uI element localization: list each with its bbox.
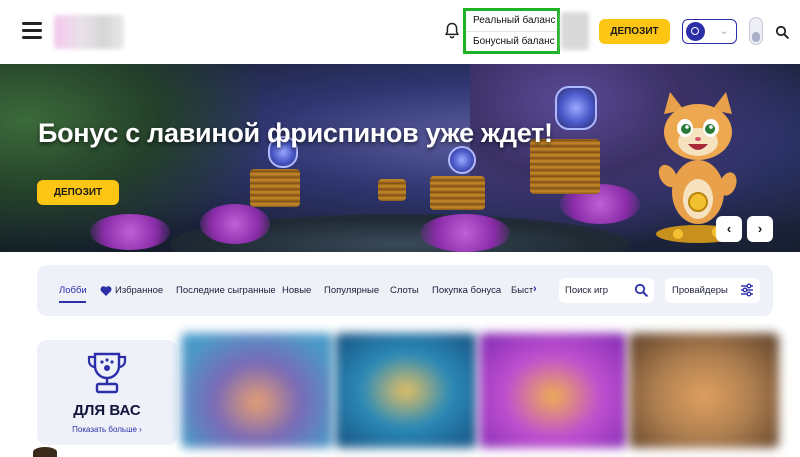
banner-coin-stack bbox=[378, 179, 406, 201]
banner-gem bbox=[555, 86, 597, 130]
filter-sliders-icon bbox=[741, 283, 753, 297]
avatar-icon bbox=[686, 22, 705, 41]
balance-values bbox=[561, 12, 589, 50]
tab-recently-played[interactable]: Последние сыгранные bbox=[176, 285, 276, 296]
game-thumbnail[interactable] bbox=[479, 333, 627, 448]
real-balance-label: Реальный баланс bbox=[473, 15, 556, 26]
balance-panel[interactable]: Реальный баланс Бонусный баланс bbox=[463, 8, 560, 54]
banner-flower bbox=[420, 214, 510, 252]
menu-icon[interactable] bbox=[22, 22, 42, 40]
providers-label: Провайдеры bbox=[672, 285, 728, 296]
game-category-bar: Лобби Избранное Последние сыгранные Новы… bbox=[37, 265, 773, 316]
game-search-box[interactable] bbox=[559, 278, 654, 303]
banner-coin-stack bbox=[250, 169, 300, 207]
game-search-input[interactable] bbox=[565, 283, 631, 298]
for-you-title: ДЛЯ ВАС bbox=[73, 402, 141, 419]
header: Реальный баланс Бонусный баланс ДЕПОЗИТ … bbox=[0, 0, 800, 64]
trophy-icon bbox=[87, 352, 127, 394]
search-icon[interactable] bbox=[634, 283, 648, 297]
banner-flower bbox=[200, 204, 270, 244]
profile-dropdown[interactable]: ⌄ bbox=[682, 19, 737, 44]
game-thumbnail[interactable] bbox=[181, 333, 333, 448]
tab-slots[interactable]: Слоты bbox=[390, 285, 419, 296]
search-icon[interactable] bbox=[775, 25, 789, 39]
tabs-scroll-right-button[interactable]: › bbox=[533, 283, 537, 295]
chevron-down-icon: ⌄ bbox=[719, 26, 728, 37]
tab-fast[interactable]: Быст bbox=[511, 285, 533, 296]
promo-banner[interactable]: Бонус с лавиной фриспинов уже ждет! ДЕПО… bbox=[0, 64, 800, 252]
tab-popular[interactable]: Популярные bbox=[324, 285, 379, 296]
tab-lobby[interactable]: Лобби bbox=[59, 285, 87, 296]
banner-deposit-button[interactable]: ДЕПОЗИТ bbox=[37, 180, 119, 205]
show-more-link[interactable]: Показать больше › bbox=[37, 425, 177, 434]
next-row-thumbnail bbox=[33, 447, 57, 457]
tab-favorites[interactable]: Избранное bbox=[115, 285, 163, 296]
banner-flower bbox=[90, 214, 170, 250]
tab-new[interactable]: Новые bbox=[282, 285, 311, 296]
category-tabs: Лобби Избранное Последние сыгранные Новы… bbox=[37, 265, 547, 316]
banner-next-button[interactable]: › bbox=[747, 216, 773, 242]
bell-icon[interactable] bbox=[444, 22, 460, 40]
banner-prev-button[interactable]: ‹ bbox=[716, 216, 742, 242]
header-deposit-button[interactable]: ДЕПОЗИТ bbox=[599, 19, 670, 44]
bonus-balance-label: Бонусный баланс bbox=[466, 31, 557, 51]
active-tab-indicator bbox=[59, 301, 86, 303]
banner-coin-stack bbox=[430, 176, 485, 210]
game-thumbnail[interactable] bbox=[629, 333, 779, 448]
banner-gem bbox=[448, 146, 476, 174]
game-thumbnail[interactable] bbox=[335, 333, 477, 448]
theme-toggle-icon[interactable] bbox=[749, 17, 763, 45]
providers-filter[interactable]: Провайдеры bbox=[665, 278, 760, 303]
tab-bonus-buy[interactable]: Покупка бонуса bbox=[432, 285, 501, 296]
heart-icon bbox=[100, 286, 112, 296]
banner-title: Бонус с лавиной фриспинов уже ждет! bbox=[38, 118, 553, 148]
for-you-card[interactable]: ДЛЯ ВАС Показать больше › bbox=[37, 340, 177, 445]
logo[interactable] bbox=[54, 15, 124, 49]
